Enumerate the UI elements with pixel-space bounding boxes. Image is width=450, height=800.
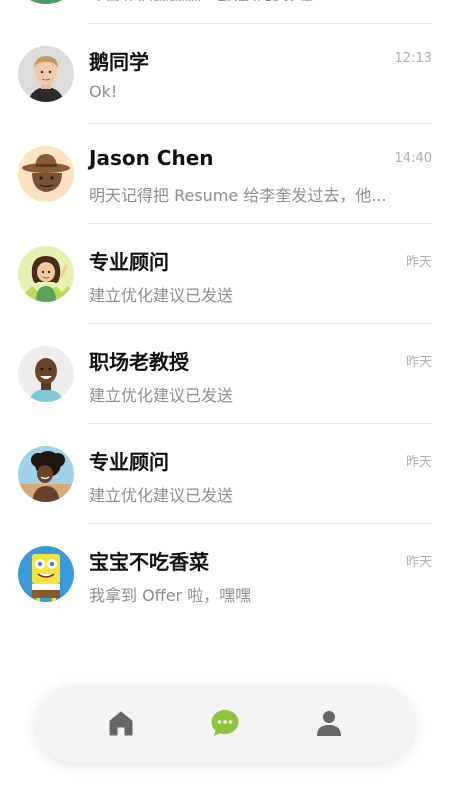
chat-preview: 建立优化建议已发送: [89, 386, 234, 405]
chat-list-screen: 还是我们聊聊吧，帮你选择合适 鹅同学 12:13 Ok! Jason Chen …: [0, 0, 450, 800]
cartoon-girl-avatar: [18, 246, 74, 302]
chat-item[interactable]: 鹅同学 12:13 Ok!: [0, 24, 450, 124]
nav-home-button[interactable]: [101, 703, 141, 743]
chat-time: 昨天: [405, 355, 432, 370]
young-man-avatar: [18, 46, 74, 102]
nav-profile-button[interactable]: [309, 703, 349, 743]
chat-time: 12:13: [394, 51, 432, 66]
curly-hair-woman-avatar: [18, 446, 74, 502]
chat-name: 专业顾问: [89, 450, 169, 474]
chat-name: 专业顾问: [89, 250, 169, 274]
chat-item[interactable]: 宝宝不吃香菜 昨天 我拿到 Offer 啦，嘿嘿: [0, 524, 450, 624]
chat-preview: 建立优化建议已发送: [89, 486, 234, 505]
chat-name: Jason Chen: [89, 146, 214, 170]
chat-item[interactable]: 职场老教授 昨天 建立优化建议已发送: [0, 324, 450, 424]
spongebob-avatar: [18, 546, 74, 602]
chat-item[interactable]: 专业顾问 昨天 建立优化建议已发送: [0, 224, 450, 324]
cowboy-avatar: [18, 146, 74, 202]
person-icon: [317, 711, 341, 736]
chat-name: 宝宝不吃香菜: [89, 550, 209, 574]
chat-list: 鹅同学 12:13 Ok! Jason Chen 14:40 明天记得把 Res…: [0, 24, 450, 624]
chat-time: 14:40: [394, 151, 432, 166]
chat-item[interactable]: 专业顾问 昨天 建立优化建议已发送: [0, 424, 450, 524]
smiling-man-avatar: [18, 346, 74, 402]
chat-time: 昨天: [405, 455, 432, 470]
chat-preview: 建立优化建议已发送: [89, 286, 234, 305]
chat-time: 昨天: [405, 555, 432, 570]
chat-time: 昨天: [405, 255, 432, 270]
chat-preview: 明天记得把 Resume 给李奎发过去，他...: [89, 186, 387, 205]
chat-item-partial[interactable]: 还是我们聊聊吧，帮你选择合适: [0, 0, 450, 24]
chat-preview: 我拿到 Offer 啦，嘿嘿: [89, 586, 252, 605]
avatar: [18, 0, 74, 4]
chat-preview: Ok!: [89, 82, 118, 101]
chat-item[interactable]: Jason Chen 14:40 明天记得把 Resume 给李奎发过去，他..…: [0, 124, 450, 224]
nav-messages-button[interactable]: [205, 703, 245, 743]
chat-bubble-icon: [211, 710, 239, 736]
chat-preview: 还是我们聊聊吧，帮你选择合适: [89, 0, 314, 14]
bottom-nav-bar: [35, 684, 415, 762]
home-icon: [109, 711, 133, 736]
chat-name: 鹅同学: [89, 50, 149, 74]
chat-name: 职场老教授: [89, 350, 189, 374]
